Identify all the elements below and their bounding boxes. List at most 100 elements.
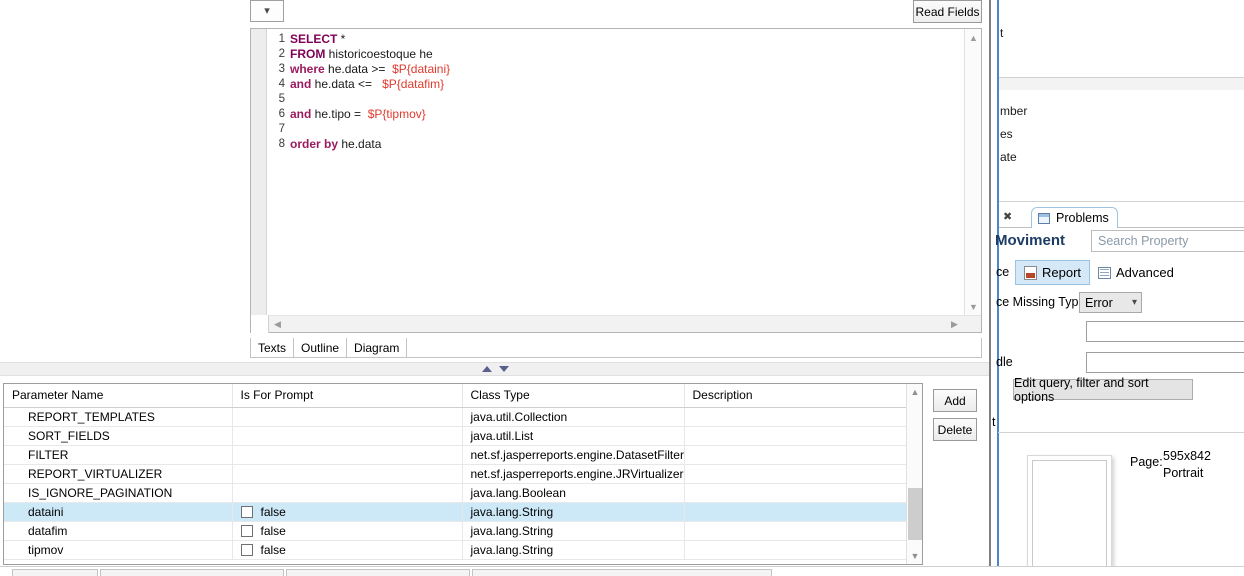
table-body: REPORT_TEMPLATES java.util.Collection SORT…	[4, 407, 908, 560]
table-row[interactable]: dataini false java.lang.String	[4, 502, 908, 522]
chevron-down-icon: ▾	[1131, 297, 1137, 308]
code-token: he.tipo =	[311, 107, 368, 121]
missing-type-label: ce Missing Type	[996, 295, 1086, 309]
sql-query-editor[interactable]: 1 SELECT * 2 FROM historicoestoque he 3 where…	[250, 28, 982, 333]
code-token: $P{tipmov}	[367, 107, 426, 121]
splitter-up-icon[interactable]	[482, 366, 492, 372]
missing-type-combo[interactable]: Error ▾	[1079, 292, 1142, 313]
table-row[interactable]: SORT_FIELDS java.util.List	[4, 426, 908, 446]
scroll-down-icon[interactable]: ▼	[965, 298, 982, 315]
checkbox[interactable]	[240, 543, 253, 556]
table-row[interactable]: REPORT_TEMPLATES java.util.Collection	[4, 407, 908, 427]
splitter-down-icon[interactable]	[499, 366, 509, 372]
checkbox[interactable]	[240, 505, 253, 518]
scroll-right-icon[interactable]: ▶	[946, 316, 963, 333]
sql-horizontal-scrollbar[interactable]: ◀ ▶	[251, 315, 981, 333]
code-line: 7	[268, 122, 961, 137]
sql-code-area[interactable]: 1 SELECT * 2 FROM historicoestoque he 3 where…	[268, 32, 961, 314]
cell-is-for-prompt[interactable]	[232, 445, 463, 465]
scroll-left-icon[interactable]: ◀	[269, 316, 286, 333]
line-number: 6	[278, 108, 285, 120]
scroll-down-icon[interactable]: ▼	[907, 548, 922, 564]
cell-parameter-name: FILTER	[4, 445, 233, 465]
cell-parameter-name: IS_IGNORE_PAGINATION	[4, 483, 233, 503]
code-token: historicoestoque he	[325, 47, 433, 61]
missing-type-row: ce Missing Type Error ▾	[991, 292, 1244, 314]
cell-is-for-prompt[interactable]: false	[232, 540, 463, 560]
tab-problems[interactable]: Problems	[1031, 207, 1118, 228]
column-header[interactable]: Is For Prompt	[232, 384, 463, 408]
cell-is-for-prompt[interactable]	[232, 483, 463, 503]
taskbar-item-4[interactable]	[472, 569, 772, 576]
table-row[interactable]: REPORT_VIRTUALIZER net.sf.jasperreports.e…	[4, 464, 908, 484]
code-token: *	[337, 32, 346, 46]
prompt-checkbox-group[interactable]: false	[240, 504, 462, 519]
checkbox[interactable]	[240, 524, 253, 537]
code-line: 1 SELECT *	[268, 32, 961, 47]
parameters-table[interactable]: Parameter Name Is For Prompt Class Type Des…	[3, 383, 923, 565]
column-header[interactable]: Description	[684, 384, 908, 408]
sql-vertical-scrollbar[interactable]: ▲ ▼	[964, 29, 981, 315]
cell-class-type: java.util.List	[462, 426, 685, 446]
taskbar-item-3[interactable]	[286, 569, 470, 576]
taskbar-item-2[interactable]	[100, 569, 284, 576]
code-line: 5	[268, 92, 961, 107]
tab-report[interactable]: Report	[1015, 260, 1091, 285]
cell-description	[684, 426, 908, 446]
cell-description	[684, 407, 908, 427]
add-parameter-button[interactable]: Add	[933, 389, 977, 412]
table-row[interactable]: FILTER net.sf.jasperreports.engine.Datase…	[4, 445, 908, 465]
query-language-combo[interactable]: ▾	[250, 0, 284, 22]
read-fields-button[interactable]: Read Fields	[913, 0, 982, 23]
table-row[interactable]: IS_IGNORE_PAGINATION java.lang.Boolean	[4, 483, 908, 503]
tab-texts[interactable]: Texts	[251, 338, 295, 357]
cell-class-type: net.sf.jasperreports.engine.DatasetFilte…	[462, 445, 685, 465]
code-line: 3 where he.data >= $P{dataini}	[268, 62, 961, 77]
cell-is-for-prompt[interactable]: false	[232, 521, 463, 541]
code-text: and he.data <= $P{datafim}	[290, 77, 444, 92]
panel-band	[999, 78, 1244, 90]
close-icon[interactable]: ✖	[1003, 210, 1012, 223]
taskbar-item-1[interactable]	[12, 569, 98, 576]
property-text-input-1[interactable]	[1086, 321, 1244, 342]
table-row[interactable]: datafim false java.lang.String	[4, 521, 908, 541]
prompt-checkbox-group[interactable]: false	[240, 542, 462, 557]
code-text: order by he.data	[290, 137, 381, 152]
column-header[interactable]: Class Type	[462, 384, 685, 408]
tab-outline[interactable]: Outline	[294, 338, 348, 357]
edit-query-button[interactable]: Edit query, filter and sort options	[1013, 376, 1193, 404]
code-line: 8 order by he.data	[268, 137, 961, 152]
panel-splitter[interactable]	[0, 362, 991, 376]
cell-is-for-prompt[interactable]	[232, 464, 463, 484]
cell-class-type: java.lang.String	[462, 521, 685, 541]
cell-is-for-prompt[interactable]	[232, 407, 463, 427]
code-text: SELECT *	[290, 32, 345, 47]
delete-parameter-button[interactable]: Delete	[933, 418, 977, 441]
taskbar	[0, 566, 1244, 576]
column-header[interactable]: Parameter Name	[4, 384, 233, 408]
property-text-input-2[interactable]	[1086, 352, 1244, 373]
code-token: and	[290, 77, 312, 91]
cell-description	[684, 464, 908, 484]
line-number: 3	[278, 63, 285, 75]
scroll-up-icon[interactable]: ▲	[965, 29, 982, 46]
cell-parameter-name: tipmov	[4, 540, 233, 560]
table-row[interactable]: tipmov false java.lang.String	[4, 540, 908, 560]
cell-is-for-prompt[interactable]: false	[232, 502, 463, 522]
cell-class-type: java.util.Collection	[462, 407, 685, 427]
scrollbar-thumb[interactable]	[908, 488, 922, 540]
properties-header: Moviment Search Property	[995, 229, 1244, 255]
checkbox-label: false	[260, 542, 286, 557]
scroll-up-icon[interactable]: ▲	[907, 384, 922, 400]
code-token: he.data	[338, 137, 382, 151]
checkbox-label: false	[260, 504, 286, 519]
search-property-input[interactable]: Search Property	[1091, 230, 1244, 252]
cell-description	[684, 445, 908, 465]
code-text: FROM historicoestoque he	[290, 47, 433, 62]
parameters-vertical-scrollbar[interactable]: ▲ ▼	[906, 384, 922, 564]
tab-advanced[interactable]: Advanced	[1092, 260, 1180, 285]
scrollbar-corner	[251, 315, 269, 333]
tab-diagram[interactable]: Diagram	[347, 338, 408, 357]
prompt-checkbox-group[interactable]: false	[240, 524, 462, 538]
cell-is-for-prompt[interactable]	[232, 426, 463, 446]
